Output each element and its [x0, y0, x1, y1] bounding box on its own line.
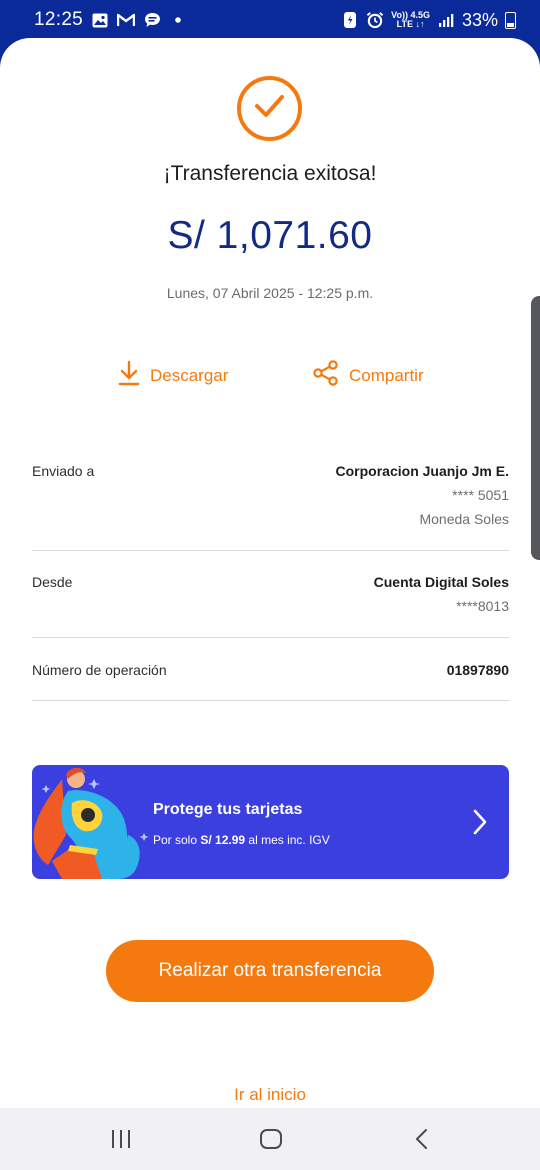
chat-icon	[143, 11, 161, 29]
battery-icon	[505, 11, 516, 29]
divider	[32, 550, 509, 551]
image-icon	[91, 11, 109, 29]
transfer-datetime: Lunes, 07 Abril 2025 - 12:25 p.m.	[166, 285, 374, 301]
operation-number: 01897890	[446, 662, 509, 678]
from-label: Desde	[32, 574, 73, 590]
back-icon[interactable]	[414, 1128, 430, 1155]
sent-to-label: Enviado a	[32, 463, 95, 479]
divider	[32, 637, 509, 638]
new-transfer-button[interactable]: Realizar otra transferencia	[106, 940, 434, 1002]
recents-icon[interactable]	[110, 1128, 132, 1155]
battery-percent: 33%	[461, 9, 498, 30]
divider	[32, 700, 509, 701]
success-title: ¡Transferencia exitosa!	[163, 162, 377, 185]
operation-label: Número de operación	[32, 662, 167, 678]
promo-banner-card-protection[interactable]: Protege tus tarjetas Por solo S/ 12.99 a…	[32, 765, 509, 879]
edge-panel-handle[interactable]	[531, 296, 540, 560]
signal-icon	[437, 11, 455, 29]
gmail-icon	[117, 11, 136, 29]
transfer-amount: S/ 1,071.60	[167, 214, 373, 257]
detail-row-sent-to: Enviado a Corporacion Juanjo Jm E. **** …	[32, 463, 509, 533]
share-button[interactable]: Compartir	[313, 360, 424, 391]
recipient-name: Corporacion Juanjo Jm E.	[335, 463, 509, 479]
go-home-link[interactable]: Ir al inicio	[0, 1085, 540, 1105]
chevron-right-icon	[473, 809, 487, 840]
status-bar: 12:25 Vo)) 4.5G LTE ↓↑ 33%	[0, 0, 540, 40]
promo-title: Protege tus tarjetas	[153, 801, 303, 818]
source-account-number: ****8013	[456, 598, 509, 614]
alarm-icon	[366, 11, 384, 29]
system-navigation-bar	[0, 1108, 540, 1170]
success-check-icon	[237, 76, 302, 141]
download-icon	[118, 360, 140, 391]
download-button[interactable]: Descargar	[118, 360, 228, 391]
superhero-illustration	[33, 767, 149, 879]
recipient-currency: Moneda Soles	[419, 511, 509, 527]
promo-subtitle: Por solo S/ 12.99 al mes inc. IGV	[153, 833, 330, 847]
dot-icon	[169, 11, 187, 29]
download-label: Descargar	[150, 365, 229, 385]
detail-row-operation: Número de operación 01897890	[32, 662, 509, 682]
share-label: Compartir	[349, 365, 424, 385]
receipt-sheet: ¡Transferencia exitosa! S/ 1,071.60 Lune…	[0, 38, 540, 1108]
source-account-name: Cuenta Digital Soles	[373, 574, 509, 590]
status-time: 12:25	[34, 9, 84, 30]
home-icon[interactable]	[259, 1128, 283, 1155]
detail-row-from: Desde Cuenta Digital Soles ****8013	[32, 574, 509, 618]
data-saver-icon	[341, 11, 359, 29]
promo-price: S/ 12.99	[200, 833, 246, 847]
recipient-account: **** 5051	[452, 487, 509, 503]
network-type: Vo)) 4.5G LTE ↓↑	[391, 10, 430, 29]
share-icon	[313, 360, 339, 391]
